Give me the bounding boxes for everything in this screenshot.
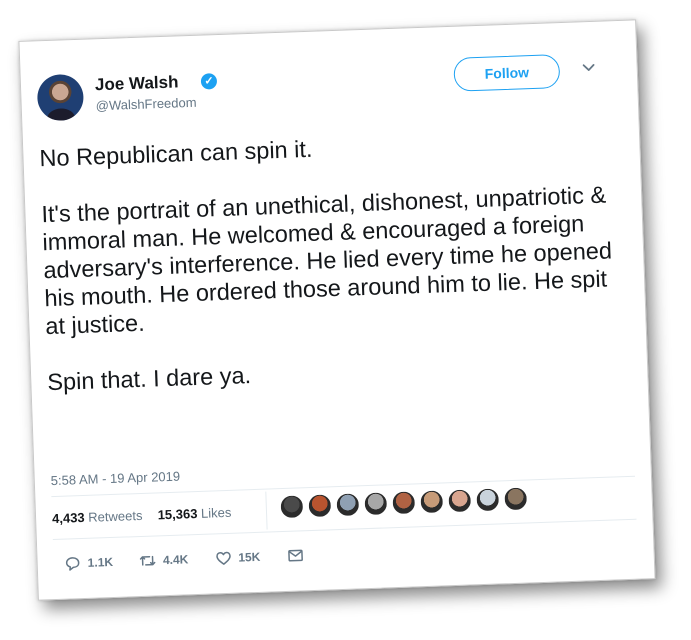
retweet-icon <box>140 555 156 566</box>
retweets-count[interactable]: 4,433 <box>52 510 85 526</box>
likes-count[interactable]: 15,363 <box>157 506 197 522</box>
liker-avatar[interactable] <box>363 491 389 517</box>
envelope-icon <box>287 549 303 562</box>
reply-icon <box>65 557 80 571</box>
liker-avatar[interactable] <box>503 486 529 512</box>
tweet-card: Joe Walsh ✓ @WalshFreedom Follow No Repu… <box>18 19 656 601</box>
retweet-count: 4.4K <box>162 552 189 568</box>
tweet-paragraph: No Republican can spin it. <box>39 135 313 172</box>
author-avatar[interactable] <box>36 73 85 122</box>
direct-message-button[interactable] <box>286 546 305 565</box>
retweets-label[interactable]: Retweets <box>88 508 143 525</box>
tweet-paragraph: It's the portrait of an unethical, disho… <box>41 181 613 340</box>
likes-label[interactable]: Likes <box>201 505 232 521</box>
reply-button[interactable]: 1.1K <box>63 553 113 573</box>
like-count: 15K <box>238 549 261 565</box>
follow-button[interactable]: Follow <box>453 54 561 92</box>
tweet-actions: 1.1K 4.4K 15K <box>63 546 304 572</box>
chevron-down-icon[interactable] <box>581 60 595 74</box>
tweet-text: No Republican can spin it. It's the port… <box>39 124 627 396</box>
screenshot-stage: Joe Walsh ✓ @WalshFreedom Follow No Repu… <box>0 0 691 640</box>
divider <box>265 491 268 530</box>
liker-avatar[interactable] <box>335 492 361 518</box>
heart-icon <box>215 551 231 565</box>
liker-avatar[interactable] <box>391 490 417 516</box>
tweet-stats: 4,433 Retweets 15,363 Likes <box>52 505 232 526</box>
author-name[interactable]: Joe Walsh <box>95 72 179 95</box>
liker-avatar[interactable] <box>447 488 473 514</box>
liker-avatar[interactable] <box>419 489 445 515</box>
liker-avatar[interactable] <box>307 493 333 519</box>
tweet-timestamp[interactable]: 5:58 AM - 19 Apr 2019 <box>51 469 181 489</box>
liker-avatars <box>279 486 529 520</box>
retweet-button[interactable]: 4.4K <box>139 550 189 570</box>
liker-avatar[interactable] <box>475 487 501 513</box>
like-button[interactable]: 15K <box>214 548 261 568</box>
tweet-paragraph: Spin that. I dare ya. <box>46 362 252 396</box>
author-handle[interactable]: @WalshFreedom <box>95 95 196 114</box>
reply-count: 1.1K <box>87 554 114 570</box>
liker-avatar[interactable] <box>279 494 305 520</box>
verified-badge-icon: ✓ <box>200 73 218 90</box>
